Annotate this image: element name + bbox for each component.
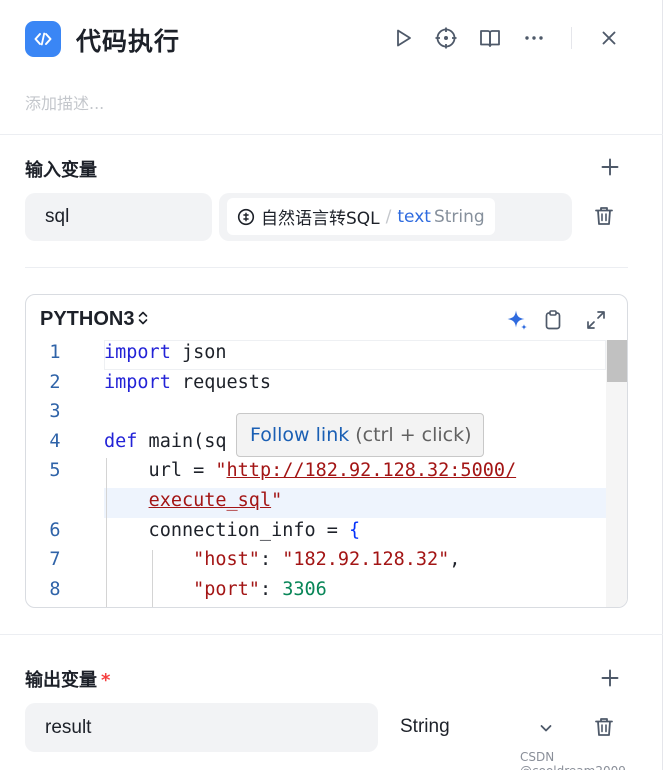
code-token: : bbox=[259, 578, 283, 600]
code-token: , bbox=[449, 549, 461, 571]
add-output-variable-icon[interactable] bbox=[598, 666, 622, 690]
code-token: "port" bbox=[193, 578, 260, 600]
section-divider bbox=[0, 634, 663, 635]
variable-reference-tag[interactable]: 自然语言转SQL / text String bbox=[227, 198, 495, 235]
line-number: 5 bbox=[49, 460, 61, 482]
more-options-icon[interactable] bbox=[519, 23, 549, 53]
ref-field-name: text bbox=[397, 206, 431, 227]
code-line[interactable]: url = "http://182.92.128.32:5000/ bbox=[104, 460, 517, 482]
output-title-text: 输出变量 bbox=[25, 670, 97, 691]
line-number: 8 bbox=[49, 578, 61, 600]
code-line[interactable]: import json bbox=[104, 342, 227, 363]
code-token: 3306 bbox=[282, 578, 327, 600]
header-separator bbox=[571, 27, 572, 49]
ref-field-type: String bbox=[433, 206, 485, 227]
language-caret-icon bbox=[138, 310, 148, 329]
code-token: import bbox=[104, 371, 171, 393]
code-line[interactable]: "host": "182.92.128.32", bbox=[104, 549, 460, 570]
csdn-watermark: CSDN @cooldream2009 bbox=[520, 750, 626, 770]
node-title[interactable]: 代码执行 bbox=[76, 22, 180, 58]
code-line[interactable]: def main(sq bbox=[104, 431, 227, 452]
code-token: { bbox=[349, 519, 361, 541]
code-token: import bbox=[104, 342, 171, 363]
variable-ref-icon bbox=[237, 208, 255, 226]
code-token: " bbox=[215, 460, 227, 482]
required-asterisk: * bbox=[101, 670, 111, 691]
panel-header: 代码执行 bbox=[0, 0, 663, 80]
code-token: url = bbox=[104, 460, 216, 482]
indent-guide bbox=[152, 550, 153, 607]
section-divider bbox=[25, 267, 628, 268]
code-token: connection_info = bbox=[104, 519, 350, 541]
ref-separator: / bbox=[385, 206, 392, 227]
follow-link-tooltip: Follow link (ctrl + click) bbox=[236, 413, 484, 457]
line-number: 2 bbox=[49, 371, 61, 393]
line-number: 1 bbox=[49, 342, 61, 363]
follow-link-hint: (ctrl + click) bbox=[355, 424, 472, 446]
output-variables-title: 输出变量 * bbox=[25, 666, 110, 692]
description-input[interactable]: 添加描述... bbox=[25, 90, 104, 114]
line-number: 7 bbox=[49, 549, 61, 571]
code-token: main(sq bbox=[137, 430, 227, 452]
language-label: PYTHON3 bbox=[40, 308, 135, 330]
code-token: " bbox=[271, 490, 283, 511]
code-line[interactable]: "port": 3306 bbox=[104, 579, 327, 600]
code-token: def bbox=[104, 430, 138, 452]
ref-node-name: 自然语言转SQL bbox=[261, 209, 380, 229]
follow-link-label[interactable]: Follow link bbox=[250, 424, 349, 446]
code-token: requests bbox=[170, 371, 272, 393]
output-variable-name-field[interactable]: result bbox=[25, 703, 378, 752]
code-token: json bbox=[170, 342, 227, 363]
code-node-panel: 代码执行 添加描述... 输入变量 sql 自然语言转SQL / text St bbox=[0, 0, 663, 770]
code-node-icon bbox=[25, 21, 61, 57]
line-number: 4 bbox=[49, 430, 61, 452]
code-text-area[interactable]: 1 import json 2 import requests 3 4 def main(s… bbox=[26, 340, 606, 607]
code-token[interactable]: execute_sql bbox=[149, 490, 272, 511]
input-variables-title: 输入变量 bbox=[25, 160, 97, 181]
line-number: 6 bbox=[49, 519, 61, 541]
delete-input-variable-icon[interactable] bbox=[591, 203, 617, 229]
add-input-variable-icon[interactable] bbox=[598, 155, 622, 179]
copy-clipboard-icon[interactable] bbox=[540, 307, 566, 333]
code-token: "182.92.128.32" bbox=[282, 549, 450, 571]
output-type-select[interactable]: String bbox=[400, 716, 450, 738]
code-token: "host" bbox=[193, 549, 260, 571]
code-token[interactable]: http://182.92.128.32:5000/ bbox=[227, 460, 517, 481]
run-icon[interactable] bbox=[388, 23, 418, 53]
locate-icon[interactable] bbox=[431, 23, 461, 53]
expand-fullscreen-icon[interactable] bbox=[583, 307, 609, 333]
input-variable-name-field[interactable]: sql bbox=[25, 193, 212, 241]
line-number: 3 bbox=[49, 401, 61, 423]
scrollbar-thumb[interactable] bbox=[607, 340, 627, 382]
code-line[interactable]: connection_info = { bbox=[104, 519, 361, 541]
ai-sparkle-icon[interactable] bbox=[504, 307, 530, 333]
code-token: : bbox=[259, 549, 283, 571]
section-divider bbox=[0, 134, 663, 135]
docs-book-icon[interactable] bbox=[475, 23, 505, 53]
code-line[interactable]: import requests bbox=[104, 372, 271, 393]
code-line[interactable]: execute_sql" bbox=[104, 490, 283, 511]
indent-guide bbox=[106, 458, 107, 607]
language-selector[interactable]: PYTHON3 bbox=[40, 308, 148, 331]
chevron-down-icon[interactable] bbox=[536, 718, 556, 738]
close-icon[interactable] bbox=[594, 23, 624, 53]
delete-output-variable-icon[interactable] bbox=[591, 714, 617, 740]
